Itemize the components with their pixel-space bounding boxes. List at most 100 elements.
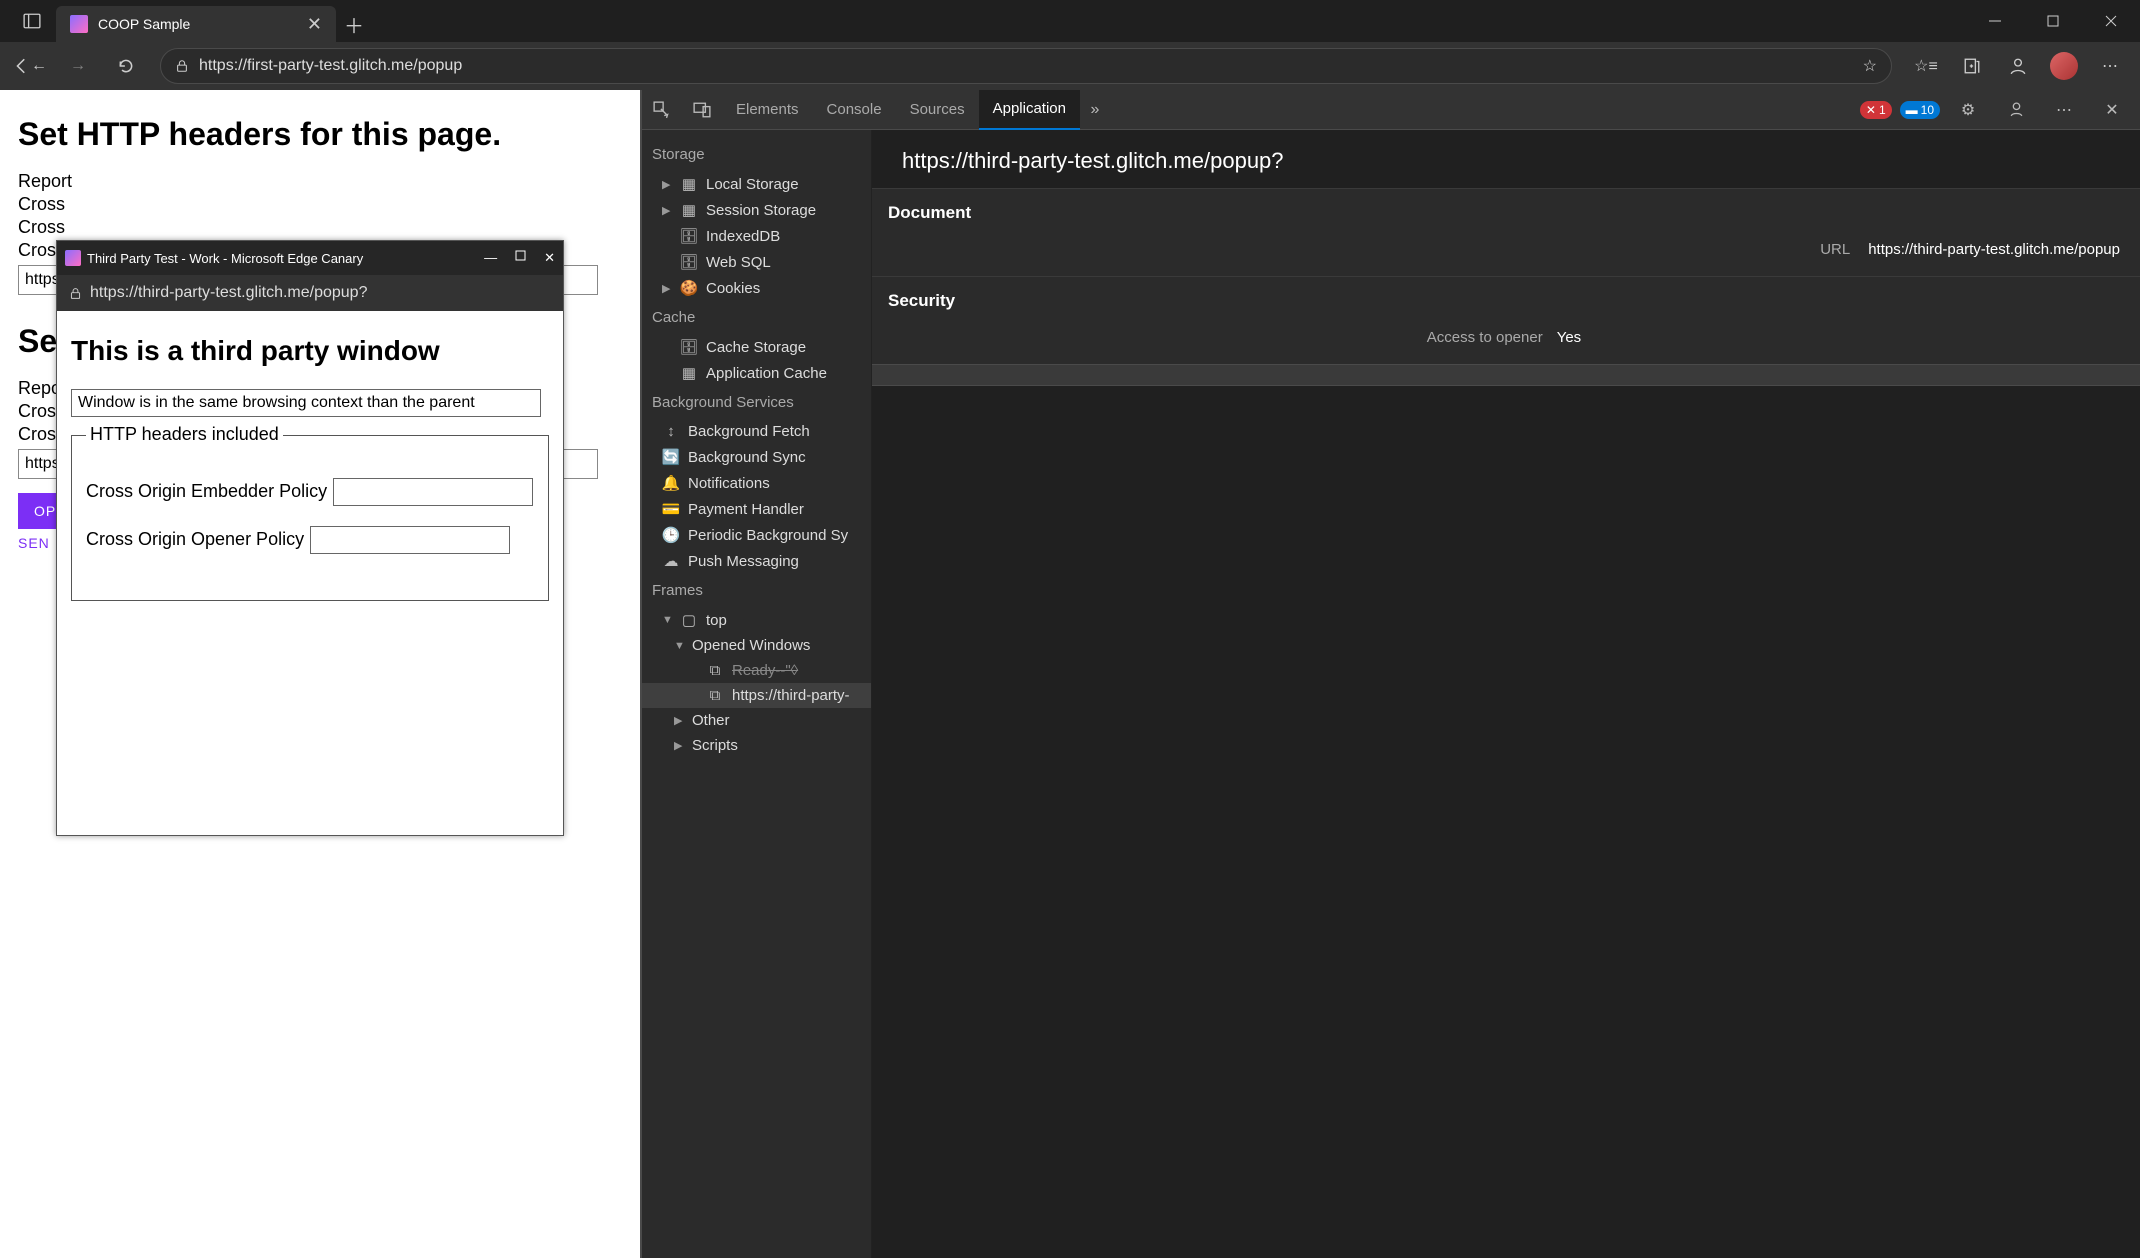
sidebar-item-popup-frame[interactable]: ⧉https://third-party- xyxy=(642,683,871,708)
tab-overflow-icon[interactable]: » xyxy=(1080,90,1110,130)
detail-url-header: https://third-party-test.glitch.me/popup… xyxy=(872,130,2140,188)
popup-title: Third Party Test - Work - Microsoft Edge… xyxy=(87,251,363,266)
access-key: Access to opener xyxy=(1427,329,1543,346)
browser-toolbar: ← → https://first-party-test.glitch.me/p… xyxy=(0,42,2140,90)
bg-services-header: Background Services xyxy=(642,386,871,419)
popup-status-input[interactable] xyxy=(71,389,541,417)
window-controls xyxy=(1966,0,2140,42)
back-button[interactable]: ← xyxy=(8,44,52,88)
sidebar-item-bg-sync[interactable]: 🔄Background Sync xyxy=(642,444,871,470)
refresh-button[interactable] xyxy=(104,44,148,88)
popup-legend: HTTP headers included xyxy=(86,424,283,445)
errors-badge[interactable]: ✕1 xyxy=(1860,101,1892,119)
popup-titlebar[interactable]: Third Party Test - Work - Microsoft Edge… xyxy=(57,241,563,275)
tab-elements[interactable]: Elements xyxy=(722,90,813,130)
sidebar-item-top-frame[interactable]: ▼▢top xyxy=(642,607,871,633)
menu-icon[interactable]: ⋯ xyxy=(2088,44,2132,88)
popup-url: https://third-party-test.glitch.me/popup… xyxy=(90,284,367,302)
popup-address-bar[interactable]: https://third-party-test.glitch.me/popup… xyxy=(57,275,563,311)
address-url: https://first-party-test.glitch.me/popup xyxy=(199,57,462,75)
favorite-icon[interactable]: ☆ xyxy=(1863,56,1877,76)
devtools-tabbar: Elements Console Sources Application » ✕… xyxy=(642,90,2140,130)
coep-input[interactable] xyxy=(333,478,533,506)
sidebar-item-ready[interactable]: ⧉Ready--"◊ xyxy=(642,658,871,683)
popup-body: This is a third party window HTTP header… xyxy=(57,311,563,615)
webpage-body: Set HTTP headers for this page. Report C… xyxy=(0,90,640,1258)
lock-icon xyxy=(69,287,82,300)
document-header: Document xyxy=(888,203,2120,223)
sidebar-item-session-storage[interactable]: ▶▦Session Storage xyxy=(642,197,871,223)
sidebar-item-other[interactable]: ▶Other xyxy=(642,708,871,733)
sidebar-item-notifications[interactable]: 🔔Notifications xyxy=(642,470,871,496)
page-text-report: Report xyxy=(18,171,622,192)
sidebar-item-push[interactable]: ☁Push Messaging xyxy=(642,548,871,574)
profile-icon[interactable] xyxy=(1996,44,2040,88)
devtools-sidebar: Storage ▶▦Local Storage ▶▦Session Storag… xyxy=(642,130,872,1258)
coop-input[interactable] xyxy=(310,526,510,554)
coop-label: Cross Origin Opener Policy xyxy=(86,529,304,550)
new-tab-button[interactable]: ＋ xyxy=(336,6,372,42)
window-close-icon[interactable] xyxy=(2082,0,2140,42)
document-panel: Document URL https://third-party-test.gl… xyxy=(872,188,2140,276)
feedback-icon[interactable] xyxy=(1996,90,2036,130)
sidebar-item-periodic[interactable]: 🕒Periodic Background Sy xyxy=(642,522,871,548)
tab-application[interactable]: Application xyxy=(979,90,1080,130)
devtools-body: Storage ▶▦Local Storage ▶▦Session Storag… xyxy=(642,130,2140,1258)
tab-close-icon[interactable]: ✕ xyxy=(307,14,322,35)
sidebar-item-local-storage[interactable]: ▶▦Local Storage xyxy=(642,171,871,197)
device-toggle-icon[interactable] xyxy=(682,90,722,130)
security-panel: Security Access to opener Yes xyxy=(872,276,2140,364)
popup-favicon xyxy=(65,250,81,266)
content-split: Set HTTP headers for this page. Report C… xyxy=(0,90,2140,1258)
cache-header: Cache xyxy=(642,301,871,334)
popup-fieldset: HTTP headers included Cross Origin Embed… xyxy=(71,435,549,601)
devtools-main: https://third-party-test.glitch.me/popup… xyxy=(872,130,2140,1258)
more-icon[interactable]: ⋯ xyxy=(2044,90,2084,130)
page-text-cross2: Cross xyxy=(18,217,622,238)
page-heading-1: Set HTTP headers for this page. xyxy=(18,116,622,153)
sidebar-item-websql[interactable]: 🗄Web SQL xyxy=(642,249,871,275)
sidebar-item-cookies[interactable]: ▶🍪Cookies xyxy=(642,275,871,301)
settings-icon[interactable]: ⚙ xyxy=(1948,90,1988,130)
url-key: URL xyxy=(1820,241,1850,258)
inspect-element-icon[interactable] xyxy=(642,90,682,130)
tab-host: COOP Sample ✕ ＋ xyxy=(0,0,372,42)
tab-console[interactable]: Console xyxy=(813,90,896,130)
tab-actions-icon[interactable] xyxy=(8,0,56,42)
popup-heading: This is a third party window xyxy=(71,335,549,367)
popup-minimize-icon[interactable]: — xyxy=(484,250,497,266)
tab-sources[interactable]: Sources xyxy=(896,90,979,130)
sidebar-item-bg-fetch[interactable]: ↕Background Fetch xyxy=(642,419,871,444)
popup-maximize-icon[interactable] xyxy=(515,250,526,266)
devtools-panel: Elements Console Sources Application » ✕… xyxy=(640,90,2140,1258)
avatar[interactable] xyxy=(2042,44,2086,88)
devtools-close-icon[interactable]: ✕ xyxy=(2092,90,2132,130)
browser-tab-active[interactable]: COOP Sample ✕ xyxy=(56,6,336,42)
sidebar-item-indexeddb[interactable]: 🗄IndexedDB xyxy=(642,223,871,249)
browser-titlebar: COOP Sample ✕ ＋ xyxy=(0,0,2140,42)
access-value: Yes xyxy=(1557,329,1581,346)
sidebar-item-app-cache[interactable]: ▦Application Cache xyxy=(642,360,871,386)
storage-header: Storage xyxy=(642,138,871,171)
sidebar-item-cache-storage[interactable]: 🗄Cache Storage xyxy=(642,334,871,360)
sidebar-item-scripts[interactable]: ▶Scripts xyxy=(642,733,871,758)
favorites-icon[interactable]: ☆≡ xyxy=(1904,44,1948,88)
forward-button[interactable]: → xyxy=(56,44,100,88)
sidebar-item-payment[interactable]: 💳Payment Handler xyxy=(642,496,871,522)
popup-window: Third Party Test - Work - Microsoft Edge… xyxy=(56,240,564,836)
security-header: Security xyxy=(888,291,2120,311)
window-minimize-icon[interactable] xyxy=(1966,0,2024,42)
frames-header: Frames xyxy=(642,574,871,607)
collections-icon[interactable] xyxy=(1950,44,1994,88)
page-text-cross1: Cross xyxy=(18,194,622,215)
selected-row-indicator xyxy=(872,364,2140,386)
tab-title: COOP Sample xyxy=(98,16,190,32)
tab-favicon xyxy=(70,15,88,33)
sidebar-item-opened-windows[interactable]: ▼Opened Windows xyxy=(642,633,871,658)
window-maximize-icon[interactable] xyxy=(2024,0,2082,42)
address-bar[interactable]: https://first-party-test.glitch.me/popup… xyxy=(160,48,1892,84)
lock-icon xyxy=(175,59,189,73)
coep-label: Cross Origin Embedder Policy xyxy=(86,481,327,502)
messages-badge[interactable]: ▬10 xyxy=(1900,101,1940,119)
popup-close-icon[interactable]: ✕ xyxy=(544,250,555,266)
